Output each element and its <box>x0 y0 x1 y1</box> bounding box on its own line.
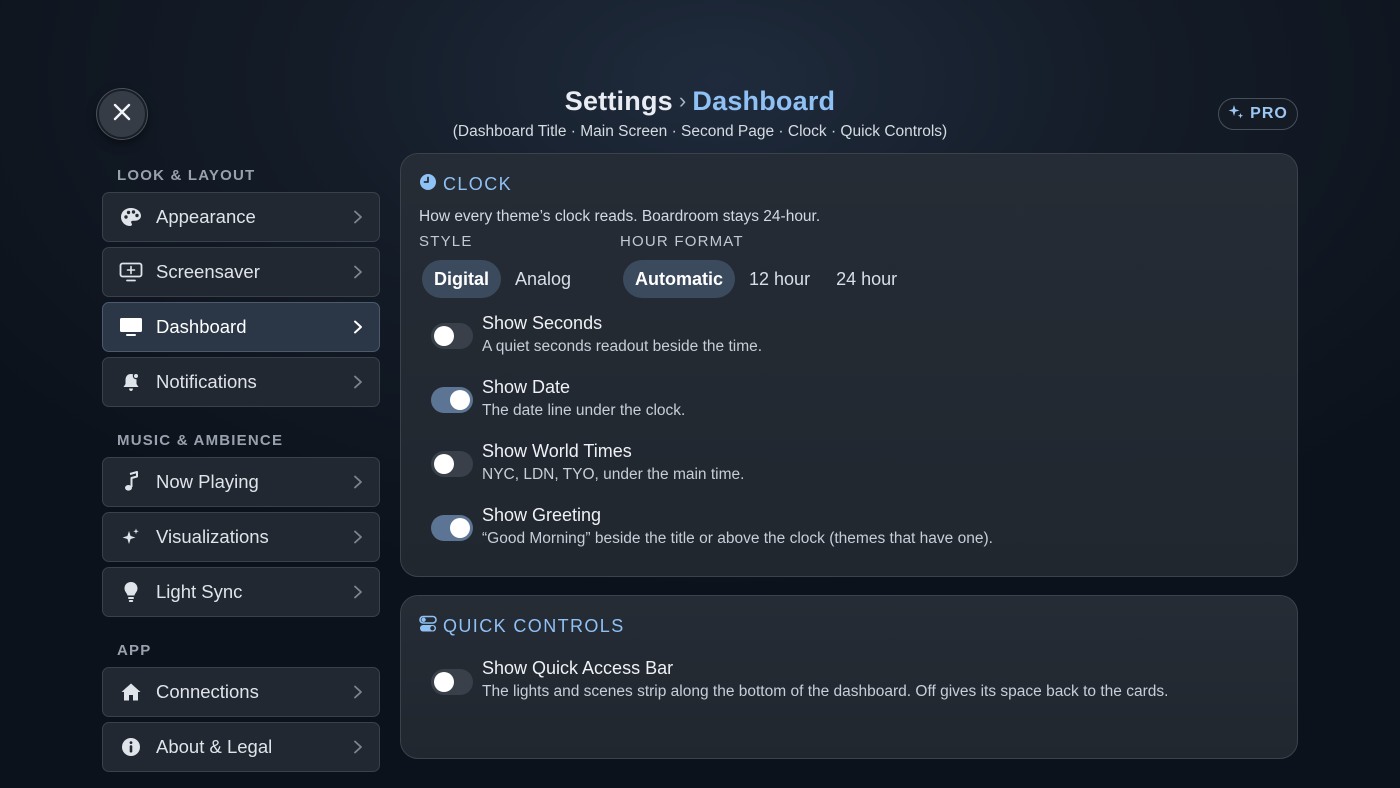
toggles-icon <box>419 615 437 638</box>
sparkle-icon <box>119 525 143 549</box>
hour-option-12[interactable]: 12 hour <box>737 260 822 298</box>
toggle-label: Show Quick Access Bar <box>482 658 674 678</box>
toggle-description: The lights and scenes strip along the bo… <box>482 683 1169 700</box>
clock-title-text: CLOCK <box>443 174 513 194</box>
toggle-label: Show Seconds <box>482 313 603 333</box>
show-quick-access-bar-toggle[interactable] <box>431 669 473 695</box>
chevron-right-icon <box>351 265 365 279</box>
page-title: Settings › Dashboard <box>400 86 1000 117</box>
breadcrumb-current: Dashboard <box>692 86 836 116</box>
hour-format-label: HOUR FORMAT <box>620 233 744 250</box>
toggle-knob <box>434 326 454 346</box>
sidebar-item-label: Connections <box>156 681 259 702</box>
style-label: STYLE <box>419 233 473 250</box>
quick-controls-card: QUICK CONTROLS Show Quick Access Bar The… <box>400 595 1298 759</box>
chevron-right-icon <box>351 585 365 599</box>
chevron-right-icon <box>351 685 365 699</box>
sidebar: LOOK & LAYOUT Appearance Screensaver Das… <box>102 160 380 777</box>
clock-icon <box>419 173 437 196</box>
toggle-row-show-world-times: Show World Times NYC, LDN, TYO, under th… <box>431 440 744 485</box>
lightbulb-icon <box>119 580 143 604</box>
toggle-description: A quiet seconds readout beside the time. <box>482 338 763 355</box>
hour-option-automatic[interactable]: Automatic <box>623 260 736 298</box>
breadcrumb-root[interactable]: Settings <box>565 86 673 116</box>
breadcrumb-separator: › <box>678 88 687 113</box>
sidebar-item-light-sync[interactable]: Light Sync <box>102 567 380 617</box>
home-icon <box>119 680 143 704</box>
chevron-right-icon <box>351 740 365 754</box>
quick-controls-card-title: QUICK CONTROLS <box>419 615 625 638</box>
toggle-knob <box>434 454 454 474</box>
toggle-description: The date line under the clock. <box>482 402 686 419</box>
sidebar-item-label: Visualizations <box>156 526 269 547</box>
sidebar-item-notifications[interactable]: Notifications <box>102 357 380 407</box>
page-header: Settings › Dashboard (Dashboard Title · Ma… <box>400 86 1000 141</box>
monitor-icon <box>119 315 143 339</box>
style-option-analog[interactable]: Analog <box>503 260 583 298</box>
toggle-row-show-date: Show Date The date line under the clock. <box>431 376 685 421</box>
clock-card: CLOCK How every theme’s clock reads. Boa… <box>400 153 1298 577</box>
sidebar-item-now-playing[interactable]: Now Playing <box>102 457 380 507</box>
clock-description: How every theme’s clock reads. Boardroom… <box>419 208 821 225</box>
section-label-app: APP <box>117 642 152 659</box>
sparkle-icon <box>1228 104 1244 125</box>
bell-icon <box>119 370 143 394</box>
page-subtitle: (Dashboard Title · Main Screen · Second … <box>452 123 948 140</box>
chevron-right-icon <box>351 475 365 489</box>
toggle-row-show-quick-access-bar: Show Quick Access Bar The lights and sce… <box>431 657 1168 702</box>
toggle-description: “Good Morning” beside the title or above… <box>482 530 993 547</box>
sidebar-item-visualizations[interactable]: Visualizations <box>102 512 380 562</box>
toggle-knob <box>434 672 454 692</box>
chevron-right-icon <box>351 320 365 334</box>
style-option-digital[interactable]: Digital <box>422 260 502 298</box>
sidebar-item-label: Screensaver <box>156 261 260 282</box>
style-segmented-control: Digital Analog <box>422 260 583 298</box>
sidebar-item-label: Now Playing <box>156 471 259 492</box>
hour-option-24[interactable]: 24 hour <box>824 260 909 298</box>
screensaver-icon <box>119 260 143 284</box>
chevron-right-icon <box>351 210 365 224</box>
sidebar-item-about-legal[interactable]: About & Legal <box>102 722 380 772</box>
sidebar-item-label: Appearance <box>156 206 256 227</box>
show-world-times-toggle[interactable] <box>431 451 473 477</box>
music-note-icon <box>119 470 143 494</box>
pro-button[interactable]: PRO <box>1218 98 1298 130</box>
toggle-knob <box>450 390 470 410</box>
palette-icon <box>119 205 143 229</box>
toggle-label: Show Date <box>482 377 571 397</box>
pro-label: PRO <box>1250 105 1288 122</box>
close-button[interactable] <box>97 89 147 139</box>
show-date-toggle[interactable] <box>431 387 473 413</box>
sidebar-item-screensaver[interactable]: Screensaver <box>102 247 380 297</box>
toggle-knob <box>450 518 470 538</box>
sidebar-item-label: Notifications <box>156 371 257 392</box>
chevron-right-icon <box>351 530 365 544</box>
hour-format-segmented-control: Automatic 12 hour 24 hour <box>623 260 909 298</box>
toggle-row-show-seconds: Show Seconds A quiet seconds readout bes… <box>431 312 762 357</box>
sidebar-item-label: About & Legal <box>156 736 273 757</box>
close-icon <box>113 103 131 126</box>
section-label-music-ambience: MUSIC & AMBIENCE <box>117 432 284 449</box>
sidebar-item-dashboard[interactable]: Dashboard <box>102 302 380 352</box>
toggle-description: NYC, LDN, TYO, under the main time. <box>482 466 745 483</box>
toggle-label: Show World Times <box>482 441 632 461</box>
info-icon <box>119 735 143 759</box>
clock-card-title: CLOCK <box>419 173 512 196</box>
toggle-label: Show Greeting <box>482 505 602 525</box>
toggle-row-show-greeting: Show Greeting “Good Morning” beside the … <box>431 504 993 549</box>
sidebar-item-connections[interactable]: Connections <box>102 667 380 717</box>
chevron-right-icon <box>351 375 365 389</box>
sidebar-item-label: Dashboard <box>156 316 247 337</box>
show-greeting-toggle[interactable] <box>431 515 473 541</box>
sidebar-item-appearance[interactable]: Appearance <box>102 192 380 242</box>
quick-controls-title-text: QUICK CONTROLS <box>443 616 625 636</box>
show-seconds-toggle[interactable] <box>431 323 473 349</box>
section-label-look-layout: LOOK & LAYOUT <box>117 167 256 184</box>
sidebar-item-label: Light Sync <box>156 581 243 602</box>
